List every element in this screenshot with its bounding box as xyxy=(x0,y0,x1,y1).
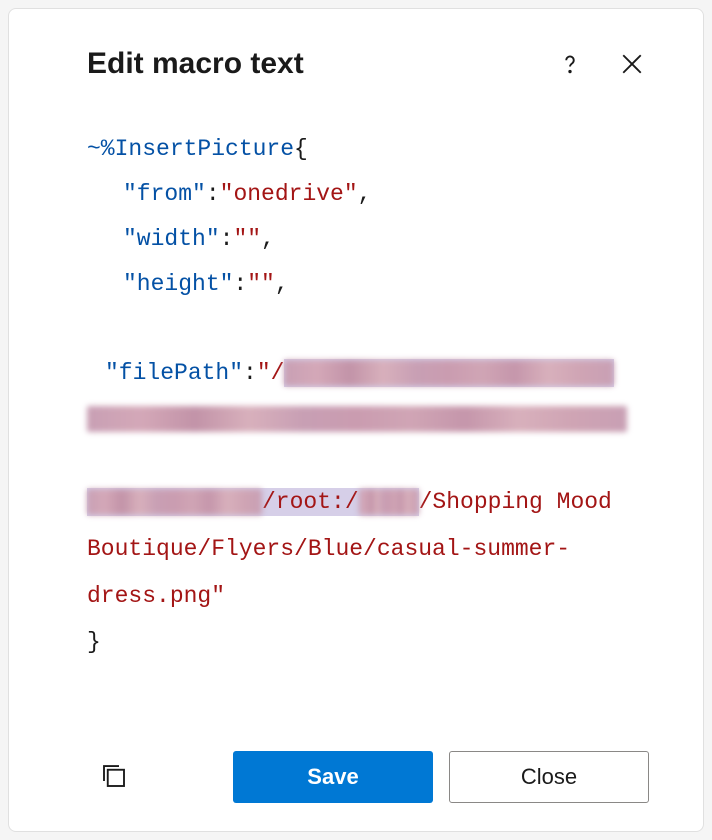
edit-macro-dialog: Edit macro text ~%InsertPicture{ "from":… xyxy=(8,8,704,832)
redacted-segment xyxy=(87,489,262,515)
key-height: "height" xyxy=(123,271,233,297)
close-icon xyxy=(617,49,647,79)
help-icon xyxy=(555,49,585,79)
blank-line xyxy=(87,306,625,350)
redacted-segment xyxy=(284,360,614,386)
macro-prefix: ~% xyxy=(87,136,115,162)
comma: , xyxy=(261,226,275,252)
code-line: "width":"", xyxy=(87,217,625,262)
macro-name: InsertPicture xyxy=(115,136,294,162)
macro-code-editor[interactable]: ~%InsertPicture{ "from":"onedrive", "wid… xyxy=(9,103,703,735)
value-height: "" xyxy=(247,271,275,297)
copy-button[interactable] xyxy=(93,755,135,800)
value-width: "" xyxy=(233,226,261,252)
colon: : xyxy=(206,181,220,207)
colon: : xyxy=(243,360,257,386)
dialog-footer: Save Close xyxy=(9,735,703,831)
comma: , xyxy=(358,181,372,207)
code-line: ~%InsertPicture{ xyxy=(87,127,625,172)
close-dialog-button[interactable]: Close xyxy=(449,751,649,803)
close-brace: } xyxy=(87,629,101,655)
key-width: "width" xyxy=(123,226,220,252)
copy-icon xyxy=(99,761,129,791)
colon: : xyxy=(220,226,234,252)
code-line-filepath: "filePath":"//root://Shopping Mood Bouti… xyxy=(87,350,625,620)
close-button[interactable] xyxy=(609,41,655,87)
code-line: "height":"", xyxy=(87,262,625,307)
key-from: "from" xyxy=(123,181,206,207)
code-line: "from":"onedrive", xyxy=(87,172,625,217)
code-line: } xyxy=(87,620,625,665)
colon: : xyxy=(233,271,247,297)
key-filepath: "filePath" xyxy=(105,360,243,386)
open-brace: { xyxy=(294,136,308,162)
dialog-header: Edit macro text xyxy=(9,9,703,103)
value-filepath-start: "/ xyxy=(257,360,285,386)
save-button[interactable]: Save xyxy=(233,751,433,803)
comma: , xyxy=(275,271,289,297)
dialog-title: Edit macro text xyxy=(87,47,531,81)
redacted-segment xyxy=(359,489,419,515)
help-button[interactable] xyxy=(547,41,593,87)
redacted-segment xyxy=(87,406,627,432)
value-filepath-root: /root:/ xyxy=(262,489,359,515)
value-from: "onedrive" xyxy=(220,181,358,207)
